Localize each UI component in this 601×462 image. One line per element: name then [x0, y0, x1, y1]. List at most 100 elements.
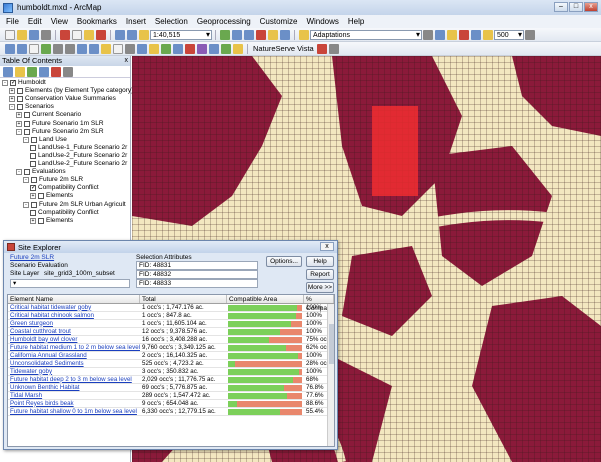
element-name-link[interactable]: Green sturgeon: [8, 320, 140, 328]
natureserve-vista-label[interactable]: NatureServe Vista: [253, 44, 314, 53]
element-name-link[interactable]: Critical habitat tidewater goby: [8, 304, 140, 312]
scenario-link[interactable]: Future 2m SLR: [10, 254, 54, 261]
expand-toggle[interactable]: +: [16, 120, 22, 127]
element-name-link[interactable]: Tidal Marsh: [8, 392, 140, 400]
pan-icon[interactable]: [29, 43, 39, 54]
adaptations-combo[interactable]: Adaptations: [310, 29, 422, 40]
table-scrollbar[interactable]: [327, 304, 334, 446]
layer-visibility-checkbox[interactable]: [30, 144, 36, 151]
col-element-name[interactable]: Element Name: [8, 295, 140, 303]
menu-geoprocessing[interactable]: Geoprocessing: [197, 17, 251, 26]
layer-tool2-icon[interactable]: [233, 43, 243, 54]
tool-f-icon[interactable]: [483, 29, 493, 40]
table-icon[interactable]: [232, 29, 242, 40]
toc-layer-item[interactable]: - ✓ Humboldt: [2, 79, 46, 87]
list-by-selection-icon[interactable]: [39, 66, 49, 77]
arctoolbox-icon[interactable]: [268, 29, 278, 40]
options-button[interactable]: Options...: [266, 256, 302, 267]
zoom-in-icon[interactable]: [5, 43, 15, 54]
time-slider-icon[interactable]: [197, 43, 207, 54]
toc-layer-item[interactable]: + Elements: [30, 192, 73, 200]
hyperlink-icon[interactable]: [173, 43, 183, 54]
expand-toggle[interactable]: +: [30, 217, 36, 224]
tool-d-icon[interactable]: [459, 29, 469, 40]
expand-toggle[interactable]: +: [9, 88, 15, 95]
menu-help[interactable]: Help: [348, 17, 364, 26]
expand-toggle[interactable]: -: [16, 169, 22, 176]
expand-toggle[interactable]: +: [16, 112, 22, 119]
col-total[interactable]: Total: [140, 295, 227, 303]
layer-visibility-checkbox[interactable]: [24, 128, 30, 135]
undo-icon[interactable]: [115, 29, 125, 40]
menu-insert[interactable]: Insert: [126, 17, 146, 26]
select-features-icon[interactable]: [101, 43, 111, 54]
layer-visibility-checkbox[interactable]: [30, 152, 36, 159]
layer-visibility-checkbox[interactable]: [24, 120, 30, 127]
toc-layer-item[interactable]: - Scenarios: [9, 103, 54, 111]
help-button[interactable]: Help: [306, 256, 334, 267]
tool-c-icon[interactable]: [447, 29, 457, 40]
col-pct-compat[interactable]: % Compat: [304, 295, 334, 312]
report-button[interactable]: Report: [306, 269, 334, 280]
layer-visibility-checkbox[interactable]: [38, 217, 44, 224]
expand-toggle[interactable]: -: [2, 80, 8, 86]
vista-tool-icon[interactable]: [316, 43, 327, 54]
fixed-zoom-out-icon[interactable]: [65, 43, 75, 54]
menu-file[interactable]: File: [6, 17, 19, 26]
more-button[interactable]: More >>: [306, 282, 334, 293]
cut-icon[interactable]: [60, 29, 70, 40]
list-by-drawing-order-icon[interactable]: [3, 66, 13, 77]
layer-visibility-checkbox[interactable]: [30, 161, 36, 167]
element-name-link[interactable]: Tidewater goby: [8, 368, 140, 376]
expand-toggle[interactable]: +: [30, 193, 36, 200]
tool-e-icon[interactable]: [471, 29, 481, 40]
toc-layer-item[interactable]: + Elements (by Element Type category): [9, 87, 133, 95]
minimize-button[interactable]: –: [554, 2, 568, 12]
expand-toggle[interactable]: -: [23, 177, 29, 184]
fid-field-2[interactable]: FID: 48832: [136, 270, 258, 279]
layer-visibility-checkbox[interactable]: [24, 112, 30, 119]
toc-layer-item[interactable]: - Future 2m SLR Urban Agricult: [23, 201, 126, 209]
create-viewer-icon[interactable]: [209, 43, 219, 54]
element-name-link[interactable]: Future habitat shallow 0 to 1m below sea…: [8, 408, 140, 416]
measure-icon[interactable]: [161, 43, 171, 54]
select-elements-icon[interactable]: [125, 43, 135, 54]
element-name-link[interactable]: Future habitat deep 2 to 3 m below sea l…: [8, 376, 140, 384]
layer-visibility-checkbox[interactable]: [24, 169, 30, 176]
fid-field-3[interactable]: FID: 48833: [136, 279, 258, 288]
layer-visibility-checkbox[interactable]: [17, 96, 23, 103]
toc-layer-item[interactable]: + Conservation Value Summaries: [9, 95, 116, 103]
toc-layer-item[interactable]: LandUse-2_Future Scenario 2r: [30, 152, 127, 160]
toc-layer-item[interactable]: - Future 2m SLR: [23, 176, 83, 184]
layer-visibility-checkbox[interactable]: ✓: [10, 80, 16, 86]
table-row[interactable]: Future habitat shallow 0 to 1m below sea…: [8, 408, 334, 416]
col-compatible-area[interactable]: Compatible Area: [227, 295, 304, 303]
back-icon[interactable]: [77, 43, 87, 54]
identify-icon[interactable]: [137, 43, 147, 54]
search-window-icon[interactable]: [256, 29, 266, 40]
forward-icon[interactable]: [89, 43, 99, 54]
toc-layer-item[interactable]: + Current Scenario: [16, 111, 81, 119]
list-by-source-icon[interactable]: [15, 66, 25, 77]
layer-visibility-checkbox[interactable]: [17, 88, 23, 95]
print-icon[interactable]: [41, 29, 51, 40]
toc-layer-item[interactable]: - Future Scenario 2m SLR: [16, 128, 104, 136]
python-icon[interactable]: [280, 29, 290, 40]
clear-selection-icon[interactable]: [113, 43, 123, 54]
layer-visibility-checkbox[interactable]: [31, 177, 37, 184]
zoom-value-combo[interactable]: 500: [494, 29, 524, 40]
fid-field-1[interactable]: FID: 48831: [136, 261, 258, 270]
tool-g-icon[interactable]: [525, 29, 535, 40]
full-extent-icon[interactable]: [41, 43, 51, 54]
find-icon[interactable]: [149, 43, 159, 54]
menu-windows[interactable]: Windows: [306, 17, 338, 26]
toc-layer-item[interactable]: Compatibility Conflict: [30, 209, 99, 217]
vista-toc-icon[interactable]: [51, 66, 61, 77]
expand-toggle[interactable]: +: [9, 96, 15, 103]
toc-layer-item[interactable]: - Evaluations: [16, 168, 66, 176]
element-name-link[interactable]: Critical habitat chinook salmon: [8, 312, 140, 320]
layer-visibility-checkbox[interactable]: [38, 193, 44, 200]
add-data-icon[interactable]: [139, 29, 149, 40]
layer-visibility-checkbox[interactable]: [31, 136, 37, 143]
html-popup-icon[interactable]: [185, 43, 195, 54]
